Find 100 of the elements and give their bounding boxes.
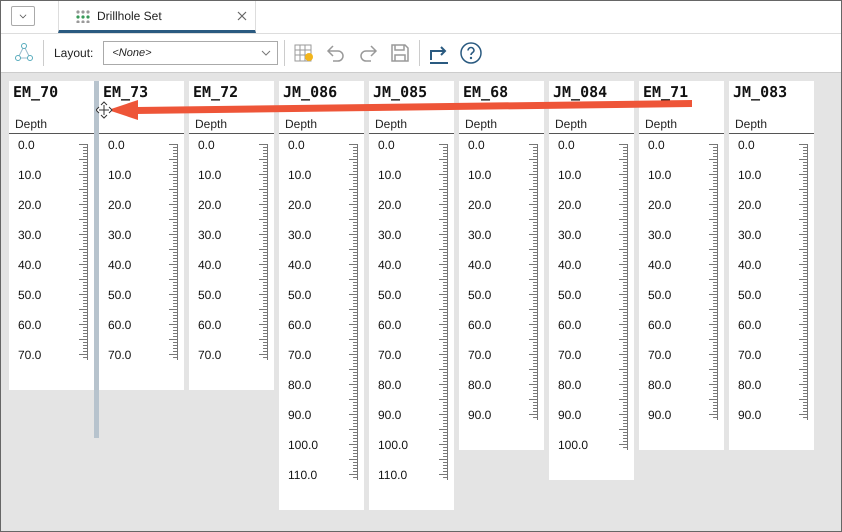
depth-value: 20.0	[738, 198, 762, 214]
hole-name: EM_68	[462, 82, 510, 103]
tab-title: Drillhole Set	[97, 8, 163, 22]
depth-value: 50.0	[738, 288, 762, 304]
depth-value: 30.0	[378, 228, 402, 244]
depth-value: 60.0	[648, 318, 672, 334]
drillhole-column[interactable]: JM_083 Depth 0.0 10.0 20.0 30.0 40.0 50.0 60.0 70.0 80.0 90.0	[729, 81, 814, 450]
depth-value: 110.0	[288, 468, 318, 484]
depth-value: 60.0	[738, 318, 762, 334]
hole-name: JM_084	[552, 82, 608, 103]
depth-value: 30.0	[558, 228, 582, 244]
depth-value: 40.0	[198, 258, 222, 274]
depth-value: 20.0	[198, 198, 222, 214]
drillhole-column[interactable]: EM_73 0.0 10.0 20.0 30.0 40.0 50.0 60.0 70.0	[99, 81, 184, 390]
depth-value: 50.0	[378, 288, 402, 304]
drillhole-column[interactable]: EM_68 Depth 0.0 10.0 20.0 30.0 40.0 50.0 60.0 70.0 80.0 90.0	[459, 81, 544, 450]
hole-name: JM_083	[732, 82, 788, 103]
depth-value: 30.0	[648, 228, 672, 244]
depth-value: 40.0	[468, 258, 492, 274]
depth-value: 0.0	[288, 138, 306, 154]
tabs-menu-button[interactable]	[11, 6, 35, 26]
depth-value: 40.0	[648, 258, 672, 274]
hole-name: EM_73	[102, 82, 150, 103]
depth-value: 70.0	[468, 348, 492, 364]
drillhole-column[interactable]: JM_086 Depth 0.0 10.0 20.0 30.0 40.0 50.0 60.0 70.0 80.0 90.0 100.0 110.0	[279, 81, 364, 510]
depth-value: 60.0	[468, 318, 492, 334]
depth-value: 60.0	[198, 318, 222, 334]
depth-value: 0.0	[648, 138, 666, 154]
depth-value: 40.0	[558, 258, 582, 274]
depth-value: 30.0	[468, 228, 492, 244]
depth-value: 80.0	[378, 378, 402, 394]
hole-name: EM_71	[642, 82, 690, 103]
depth-value: 10.0	[558, 168, 582, 184]
layout-label: Layout:	[54, 46, 94, 60]
network-icon	[13, 42, 35, 64]
depth-value: 90.0	[378, 408, 402, 424]
depth-value: 40.0	[288, 258, 312, 274]
drillhole-column[interactable]: JM_084 Depth 0.0 10.0 20.0 30.0 40.0 50.0 60.0 70.0 80.0 90.0 100.0	[549, 81, 634, 480]
depth-value: 50.0	[288, 288, 312, 304]
depth-value: 60.0	[18, 318, 42, 334]
hole-name: EM_72	[192, 82, 240, 103]
depth-label: Depth	[554, 116, 588, 133]
depth-value: 30.0	[288, 228, 312, 244]
depth-value: 90.0	[648, 408, 672, 424]
depth-value: 100.0	[558, 438, 588, 454]
depth-value: 80.0	[468, 378, 492, 394]
layout-dropdown[interactable]: <None>	[103, 41, 278, 65]
depth-value: 50.0	[558, 288, 582, 304]
depth-value: 90.0	[558, 408, 582, 424]
drillhole-column[interactable]: EM_71 Depth 0.0 10.0 20.0 30.0 40.0 50.0 60.0 70.0 80.0 90.0	[639, 81, 724, 450]
depth-value: 0.0	[558, 138, 576, 154]
hole-name: JM_086	[282, 82, 338, 103]
depth-value: 20.0	[468, 198, 492, 214]
depth-value: 90.0	[738, 408, 762, 424]
depth-value: 20.0	[288, 198, 312, 214]
depth-value: 20.0	[378, 198, 402, 214]
depth-value: 50.0	[468, 288, 492, 304]
depth-value: 20.0	[648, 198, 672, 214]
depth-value: 60.0	[108, 318, 132, 334]
save-icon	[389, 42, 412, 64]
depth-value: 10.0	[378, 168, 402, 184]
depth-value: 90.0	[468, 408, 492, 424]
drillhole-column[interactable]: EM_70 Depth 0.0 10.0 20.0 30.0 40.0 50.0 60.0 70.0	[9, 81, 94, 390]
document-tab[interactable]: Drillhole Set	[58, 1, 256, 33]
depth-value: 0.0	[378, 138, 396, 154]
depth-value: 40.0	[18, 258, 42, 274]
help-button[interactable]	[458, 40, 484, 66]
grid-dots-icon	[75, 8, 91, 22]
close-icon	[237, 10, 247, 20]
hole-name: EM_70	[12, 82, 60, 103]
hole-name: JM_085	[372, 82, 428, 103]
depth-value: 50.0	[18, 288, 42, 304]
depth-value: 30.0	[18, 228, 42, 244]
depth-value: 30.0	[738, 228, 762, 244]
depth-value: 40.0	[108, 258, 132, 274]
depth-value: 70.0	[288, 348, 312, 364]
depth-value: 0.0	[198, 138, 216, 154]
depth-value: 70.0	[378, 348, 402, 364]
depth-value: 0.0	[18, 138, 36, 154]
depth-value: 60.0	[288, 318, 312, 334]
depth-value: 100.0	[288, 438, 318, 454]
depth-value: 70.0	[198, 348, 222, 364]
depth-label: Depth	[194, 116, 228, 133]
depth-value: 60.0	[558, 318, 582, 334]
depth-value: 10.0	[108, 168, 132, 184]
depth-label: Depth	[284, 116, 318, 133]
depth-value: 80.0	[288, 378, 312, 394]
drillhole-column[interactable]: EM_72 Depth 0.0 10.0 20.0 30.0 40.0 50.0 60.0 70.0	[189, 81, 274, 390]
depth-value: 70.0	[18, 348, 42, 364]
depth-value: 10.0	[288, 168, 312, 184]
depth-value: 70.0	[648, 348, 672, 364]
drillhole-column[interactable]: JM_085 Depth 0.0 10.0 20.0 30.0 40.0 50.0 60.0 70.0 80.0 90.0 100.0 110.0	[369, 81, 454, 510]
depth-value: 20.0	[558, 198, 582, 214]
depth-value: 10.0	[18, 168, 42, 184]
depth-value: 10.0	[198, 168, 222, 184]
depth-value: 80.0	[738, 378, 762, 394]
depth-value: 50.0	[648, 288, 672, 304]
help-icon	[460, 42, 483, 64]
depth-value: 10.0	[648, 168, 672, 184]
table-bulb-icon	[293, 42, 316, 64]
